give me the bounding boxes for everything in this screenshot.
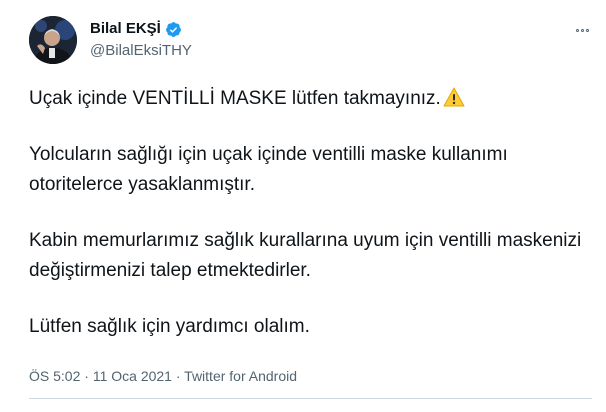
author-block: Bilal EKŞİ @BilalEksiTHY — [90, 19, 192, 61]
author-name-row: Bilal EKŞİ — [90, 19, 192, 39]
author-display-name[interactable]: Bilal EKŞİ — [90, 19, 161, 39]
divider — [29, 398, 592, 399]
more-options-icon[interactable] — [572, 24, 592, 36]
avatar-photo — [29, 16, 77, 64]
tweet-source: Twitter for Android — [184, 368, 297, 384]
tweet-paragraph-1: Uçak içinde VENTİLLİ MASKE lütfen takmay… — [29, 84, 589, 114]
tweet-metadata: ÖS 5:02 · 11 Oca 2021 · Twitter for Andr… — [29, 368, 297, 384]
tweet-paragraph-3: Kabin memurlarımız sağlık kurallarına uy… — [29, 230, 582, 281]
author-handle[interactable]: @BilalEksiTHY — [90, 41, 192, 61]
tweet-paragraph-4: Lütfen sağlık için yardımcı olalım. — [29, 316, 310, 337]
tweet-date[interactable]: 11 Oca 2021 — [93, 368, 172, 384]
tweet-paragraph-2: Yolcuların sağlığı için uçak içinde vent… — [29, 144, 519, 195]
avatar[interactable] — [29, 16, 77, 64]
meta-separator: · — [80, 368, 93, 384]
warning-emoji-icon — [443, 87, 465, 107]
tweet-time[interactable]: ÖS 5:02 — [29, 368, 80, 384]
tweet-text: Uçak içinde VENTİLLİ MASKE lütfen takmay… — [29, 84, 589, 342]
meta-separator: · — [171, 368, 185, 384]
verified-badge-icon — [165, 21, 182, 38]
tweet-card: Bilal EKŞİ @BilalEksiTHY Uçak içinde VEN… — [0, 0, 606, 412]
tweet-line-1: Uçak içinde VENTİLLİ MASKE lütfen takmay… — [29, 88, 441, 109]
